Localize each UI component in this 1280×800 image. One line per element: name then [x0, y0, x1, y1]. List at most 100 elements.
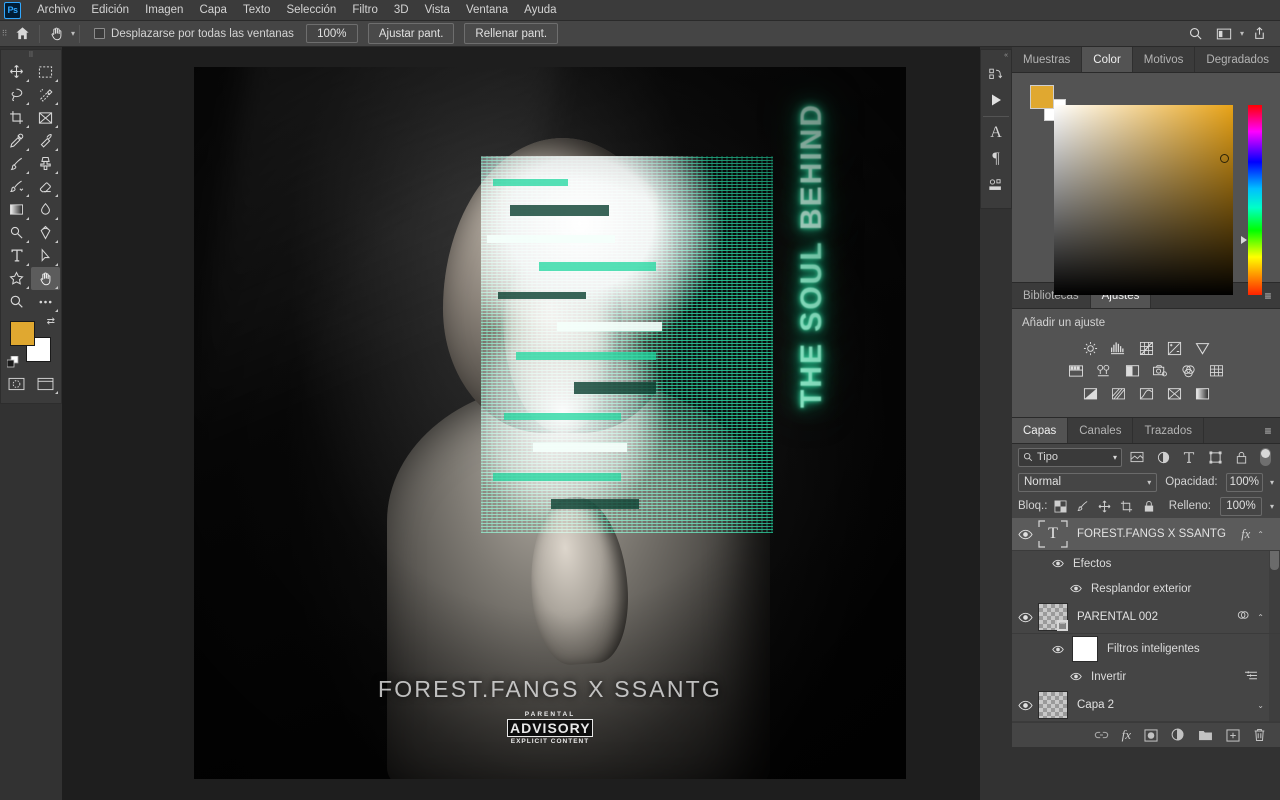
add-layer-style-icon[interactable]: fx — [1122, 727, 1131, 743]
workspace-chevron-down-icon[interactable]: ▾ — [1240, 29, 1244, 38]
menu-filtro[interactable]: Filtro — [344, 1, 386, 19]
menu-vista[interactable]: Vista — [417, 1, 458, 19]
character-panel-icon[interactable]: A — [981, 120, 1011, 146]
pen-tool[interactable] — [31, 221, 60, 244]
path-selection-tool[interactable] — [31, 244, 60, 267]
color-picker-field[interactable] — [1054, 105, 1233, 295]
rectangular-marquee-tool[interactable] — [31, 60, 60, 83]
lock-position-icon[interactable] — [1096, 497, 1113, 515]
table-row[interactable]: ▤ PARENTAL 002 ⌃ — [1012, 601, 1280, 634]
menu-texto[interactable]: Texto — [235, 1, 279, 19]
table-row[interactable]: Capa 2 ⌄ — [1012, 689, 1280, 722]
spot-healing-brush-tool[interactable] — [31, 129, 60, 152]
layer-filter-type-select[interactable]: Tipo ▾ — [1018, 448, 1122, 467]
rail-collapse-icon[interactable]: « — [981, 50, 1011, 61]
eraser-tool[interactable] — [31, 175, 60, 198]
layer-name[interactable]: Capa 2 — [1077, 699, 1257, 711]
fill-value[interactable]: 100% — [1220, 497, 1262, 516]
layer-visibility-toggle[interactable] — [1012, 612, 1038, 623]
smart-filter-mask-thumbnail[interactable] — [1072, 636, 1098, 662]
opacity-chevron-down-icon[interactable]: ▾ — [1270, 478, 1274, 487]
filter-smart-object-icon[interactable] — [1230, 447, 1252, 467]
menu-seleccion[interactable]: Selección — [278, 1, 344, 19]
lock-image-pixels-icon[interactable] — [1074, 497, 1091, 515]
layer-name[interactable]: PARENTAL 002 — [1077, 611, 1236, 623]
layer-thumbnail[interactable]: ▤ — [1038, 603, 1068, 631]
layer-collapse-chevron-icon[interactable]: ⌄ — [1257, 701, 1264, 710]
filter-enable-toggle[interactable] — [1260, 448, 1271, 466]
color-picker-marker[interactable] — [1220, 154, 1229, 163]
menu-archivo[interactable]: Archivo — [29, 1, 83, 19]
lock-transparent-pixels-icon[interactable] — [1052, 497, 1069, 515]
threshold-icon[interactable] — [1135, 384, 1157, 404]
hand-tool[interactable] — [31, 267, 60, 290]
list-item[interactable]: Invertir — [1012, 664, 1280, 689]
color-lookup-icon[interactable] — [1205, 361, 1227, 381]
layer-effects-badge-icon[interactable]: fx — [1241, 527, 1250, 542]
invert-icon[interactable] — [1079, 384, 1101, 404]
levels-icon[interactable] — [1107, 338, 1129, 358]
clone-stamp-tool[interactable] — [31, 152, 60, 175]
type-tool[interactable] — [2, 244, 31, 267]
foreground-color-swatch[interactable] — [10, 321, 35, 346]
filter-type-icon[interactable] — [1178, 447, 1200, 467]
smart-filters-visibility-toggle[interactable] — [1052, 645, 1069, 654]
paragraph-panel-icon[interactable]: ¶ — [981, 146, 1011, 172]
canvas-area[interactable]: THE SOUL BEHIND FOREST.FANGS X SSANTG PA… — [62, 47, 980, 800]
fit-screen-button[interactable]: Ajustar pant. — [368, 23, 455, 44]
swap-colors-icon[interactable]: ⇄ — [47, 316, 55, 327]
fill-chevron-down-icon[interactable]: ▾ — [1270, 502, 1274, 511]
hue-slider[interactable] — [1248, 105, 1262, 295]
menu-ayuda[interactable]: Ayuda — [516, 1, 564, 19]
invert-filter-visibility-toggle[interactable] — [1070, 672, 1087, 681]
menu-edicion[interactable]: Edición — [83, 1, 137, 19]
home-icon[interactable] — [9, 22, 35, 46]
posterize-icon[interactable] — [1107, 384, 1129, 404]
crop-tool[interactable] — [2, 106, 31, 129]
search-icon[interactable] — [1183, 22, 1209, 46]
history-brush-tool[interactable] — [2, 175, 31, 198]
play-actions-icon[interactable] — [981, 87, 1011, 113]
screen-mode-icon[interactable] — [31, 373, 60, 395]
tab-canales[interactable]: Canales — [1068, 418, 1133, 443]
color-panel-foreground-swatch[interactable] — [1030, 85, 1054, 109]
tab-muestras[interactable]: Muestras — [1012, 47, 1082, 72]
tab-capas[interactable]: Capas — [1012, 418, 1068, 443]
share-icon[interactable] — [1246, 22, 1272, 46]
blur-tool[interactable] — [31, 198, 60, 221]
scroll-all-windows-checkbox[interactable] — [94, 28, 105, 39]
tab-trazados[interactable]: Trazados — [1133, 418, 1204, 443]
dodge-tool[interactable] — [2, 221, 31, 244]
toolbar-grip[interactable]: ⠿ — [1, 50, 61, 60]
quick-selection-tool[interactable] — [31, 83, 60, 106]
gradient-map-icon[interactable] — [1191, 384, 1213, 404]
new-adjustment-layer-icon[interactable] — [1171, 728, 1185, 742]
hand-tool-icon[interactable] — [44, 22, 70, 46]
lock-all-icon[interactable] — [1140, 497, 1157, 515]
edit-toolbar-tool[interactable] — [31, 290, 60, 313]
blend-mode-chevron-down-icon[interactable]: ▾ — [1147, 478, 1151, 487]
tab-degradados[interactable]: Degradados — [1195, 47, 1280, 72]
zoom-tool[interactable] — [2, 290, 31, 313]
fill-screen-button[interactable]: Rellenar pant. — [464, 23, 558, 44]
artboard[interactable]: THE SOUL BEHIND FOREST.FANGS X SSANTG PA… — [194, 67, 906, 779]
filter-settings-icon[interactable] — [1244, 670, 1280, 684]
filter-pixel-icon[interactable] — [1126, 447, 1148, 467]
gradient-tool[interactable] — [2, 198, 31, 221]
history-icon[interactable] — [981, 61, 1011, 87]
properties-panel-icon[interactable] — [981, 172, 1011, 198]
add-layer-mask-icon[interactable] — [1144, 729, 1158, 742]
scroll-all-windows-option[interactable]: Desplazarse por todas las ventanas — [94, 28, 294, 40]
layer-visibility-toggle[interactable] — [1012, 700, 1038, 711]
layer-name[interactable]: FOREST.FANGS X SSANTG — [1077, 528, 1241, 540]
list-item[interactable]: Resplandor exterior — [1012, 576, 1280, 601]
tool-preset-chevron-down-icon[interactable]: ▾ — [71, 29, 75, 38]
frame-tool[interactable] — [31, 106, 60, 129]
blend-mode-select[interactable]: Normal ▾ — [1018, 473, 1157, 492]
zoom-level-field[interactable]: 100% — [306, 24, 358, 43]
layer-thumbnail[interactable] — [1038, 691, 1068, 719]
options-bar-grip[interactable]: ⠿ — [0, 21, 9, 47]
smart-filter-badge-icon[interactable] — [1236, 608, 1250, 626]
move-tool[interactable] — [2, 60, 31, 83]
filter-shape-icon[interactable] — [1204, 447, 1226, 467]
